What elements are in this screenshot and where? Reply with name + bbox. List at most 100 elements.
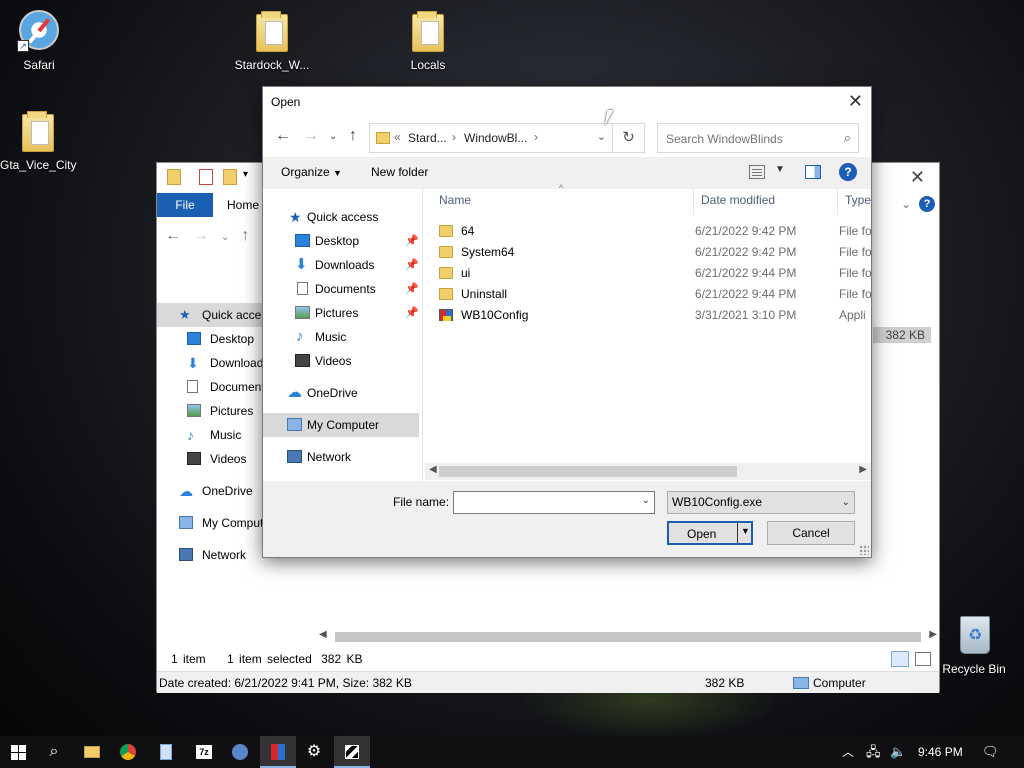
start-button[interactable] — [0, 736, 36, 768]
chevron-down-icon[interactable]: ⌄ — [642, 495, 650, 506]
close-icon[interactable]: ✕ — [848, 91, 863, 112]
nav-item-videos[interactable]: Videos — [263, 349, 419, 373]
file-row[interactable]: WB10Config 3/31/2021 3:10 PM Appli — [431, 305, 871, 326]
back-arrow-icon[interactable]: ← — [165, 227, 193, 244]
seven-zip-taskbar-button[interactable]: 7z — [186, 736, 222, 768]
new-folder-icon[interactable] — [223, 169, 237, 185]
settings-taskbar-button[interactable]: ⚙ — [296, 736, 332, 768]
chevron-down-icon[interactable]: ⌄ — [597, 130, 606, 143]
network-status-icon[interactable]: 🖧 — [866, 736, 881, 768]
search-box[interactable]: ⌕ — [657, 123, 859, 153]
breadcrumb-windowblinds[interactable]: WindowBl... — [464, 131, 527, 145]
file-explorer-taskbar-button[interactable] — [74, 736, 110, 768]
tab-home[interactable]: Home — [227, 193, 259, 217]
windowblinds-taskbar-button[interactable] — [260, 736, 296, 768]
file-name-input[interactable] — [454, 492, 634, 513]
sidebar-item-network[interactable]: Network — [157, 543, 262, 567]
cancel-button[interactable]: Cancel — [767, 521, 855, 545]
volume-icon[interactable]: 🔈 — [890, 736, 906, 768]
sidebar-item-music[interactable]: ♪ Music — [157, 423, 262, 447]
open-dialog[interactable]: Open ✕ ← → ⌄ ↑ « Stard... › WindowBl... … — [262, 86, 872, 558]
sidebar-item-desktop[interactable]: Desktop — [157, 327, 262, 351]
column-header-type[interactable]: Type — [845, 193, 871, 207]
pin-icon[interactable]: 📌 — [405, 253, 419, 277]
tab-file[interactable]: File — [157, 193, 213, 217]
notepad-taskbar-button[interactable] — [148, 736, 184, 768]
quick-access-dropdown-icon[interactable]: ▾ — [243, 169, 248, 180]
desktop-icon-stardock[interactable]: Stardock_W... — [234, 10, 310, 72]
sidebar-item-videos[interactable]: Videos — [157, 447, 262, 471]
horizontal-scrollbar[interactable]: ◀ ▶ — [425, 463, 871, 480]
nav-item-music[interactable]: ♪ Music — [263, 325, 419, 349]
nav-item-documents[interactable]: Documents 📌 — [263, 277, 419, 301]
dialog-titlebar[interactable]: Open ✕ — [263, 87, 871, 117]
desktop-icon-safari[interactable]: ↗ Safari — [1, 10, 77, 72]
sidebar-item-downloads[interactable]: ⬇Downloads — [157, 351, 262, 375]
chrome-taskbar-button[interactable] — [110, 736, 146, 768]
forward-arrow-icon[interactable]: → — [303, 127, 319, 145]
properties-icon[interactable] — [199, 169, 213, 185]
scroll-right-icon[interactable]: ▶ — [859, 464, 867, 475]
globe-taskbar-button[interactable] — [222, 736, 258, 768]
open-button[interactable]: Open ▼ — [667, 521, 753, 545]
search-taskbar-button[interactable]: ⌕ — [36, 736, 72, 768]
recent-locations-dropdown-icon[interactable]: ⌄ — [329, 131, 337, 142]
recent-dropdown-icon[interactable]: ⌄ — [221, 232, 241, 243]
up-arrow-icon[interactable]: ↑ — [349, 127, 357, 145]
help-icon[interactable]: ? — [919, 196, 935, 212]
file-row[interactable]: Uninstall 6/21/2022 9:44 PM File fo — [431, 284, 872, 305]
desktop-icon-gta-vice-city[interactable]: Gta_Vice_City — [0, 110, 76, 172]
scroll-right-icon[interactable]: ▶ — [929, 629, 937, 640]
new-folder-button[interactable]: New folder — [371, 165, 428, 179]
scrollbar-thumb[interactable] — [335, 632, 921, 642]
desktop-icon-recycle-bin[interactable]: Recycle Bin — [936, 614, 1012, 676]
action-center-icon[interactable]: 🗨 — [982, 736, 999, 768]
file-name-combobox[interactable]: ⌄ — [453, 491, 655, 514]
view-dropdown-icon[interactable]: ▼ — [775, 164, 785, 175]
chevron-down-icon[interactable]: ⌄ — [901, 197, 911, 211]
large-icons-view-icon[interactable] — [915, 652, 931, 666]
nav-item-downloads[interactable]: ⬇ Downloads 📌 — [263, 253, 419, 277]
preview-pane-icon[interactable] — [805, 165, 821, 179]
desktop-icon-locals[interactable]: Locals — [390, 10, 466, 72]
stardock-taskbar-button[interactable] — [334, 736, 370, 768]
help-icon[interactable]: ? — [839, 163, 857, 181]
sidebar-item-quick-access[interactable]: ★Quick access — [157, 303, 262, 327]
file-row[interactable]: ui 6/21/2022 9:44 PM File fo — [431, 263, 872, 284]
column-divider[interactable] — [837, 189, 838, 215]
file-row[interactable]: System64 6/21/2022 9:42 PM File fo — [431, 242, 872, 263]
scrollbar-thumb[interactable] — [439, 466, 737, 477]
sidebar-item-onedrive[interactable]: ☁ OneDrive — [157, 479, 262, 503]
breadcrumb-overflow[interactable]: « — [394, 130, 401, 144]
nav-item-pictures[interactable]: Pictures 📌 — [263, 301, 419, 325]
file-row[interactable]: 64 6/21/2022 9:42 PM File fo — [431, 221, 872, 242]
forward-arrow-icon[interactable]: → — [193, 227, 221, 244]
pin-icon[interactable]: 📌 — [405, 277, 419, 301]
breadcrumb-stardock[interactable]: Stard... — [408, 131, 447, 145]
up-arrow-icon[interactable]: ↑ — [241, 227, 261, 244]
open-options-dropdown-icon[interactable]: ▼ — [741, 526, 750, 536]
file-type-select[interactable]: WB10Config.exe ⌄ — [667, 491, 855, 514]
taskbar-clock[interactable]: 9:46 PM — [918, 736, 963, 768]
close-icon[interactable]: ✕ — [910, 167, 925, 188]
pin-icon[interactable]: 📌 — [405, 301, 419, 325]
nav-item-network[interactable]: Network — [263, 445, 419, 469]
details-view-icon[interactable] — [891, 651, 909, 667]
nav-item-my-computer[interactable]: My Computer — [263, 413, 419, 437]
search-input[interactable] — [666, 130, 836, 148]
nav-item-onedrive[interactable]: ☁ OneDrive — [263, 381, 419, 405]
nav-item-desktop[interactable]: Desktop 📌 — [263, 229, 419, 253]
horizontal-scrollbar[interactable]: ◀ ▶ — [317, 629, 939, 645]
back-arrow-icon[interactable]: ← — [275, 127, 291, 145]
scroll-left-icon[interactable]: ◀ — [319, 629, 327, 640]
view-options-icon[interactable] — [749, 165, 765, 179]
sidebar-item-documents[interactable]: Documents — [157, 375, 262, 399]
column-header-date-modified[interactable]: Date modified — [701, 193, 775, 207]
column-divider[interactable] — [693, 189, 694, 215]
address-bar[interactable]: « Stard... › WindowBl... › ⌄ — [369, 123, 613, 153]
sidebar-item-pictures[interactable]: Pictures — [157, 399, 262, 423]
nav-item-quick-access[interactable]: ★ Quick access — [263, 205, 419, 229]
organize-button[interactable]: Organize ▼ — [281, 165, 342, 179]
scroll-left-icon[interactable]: ◀ — [429, 464, 437, 475]
show-hidden-icons-chevron-icon[interactable]: ︿ — [842, 736, 854, 768]
